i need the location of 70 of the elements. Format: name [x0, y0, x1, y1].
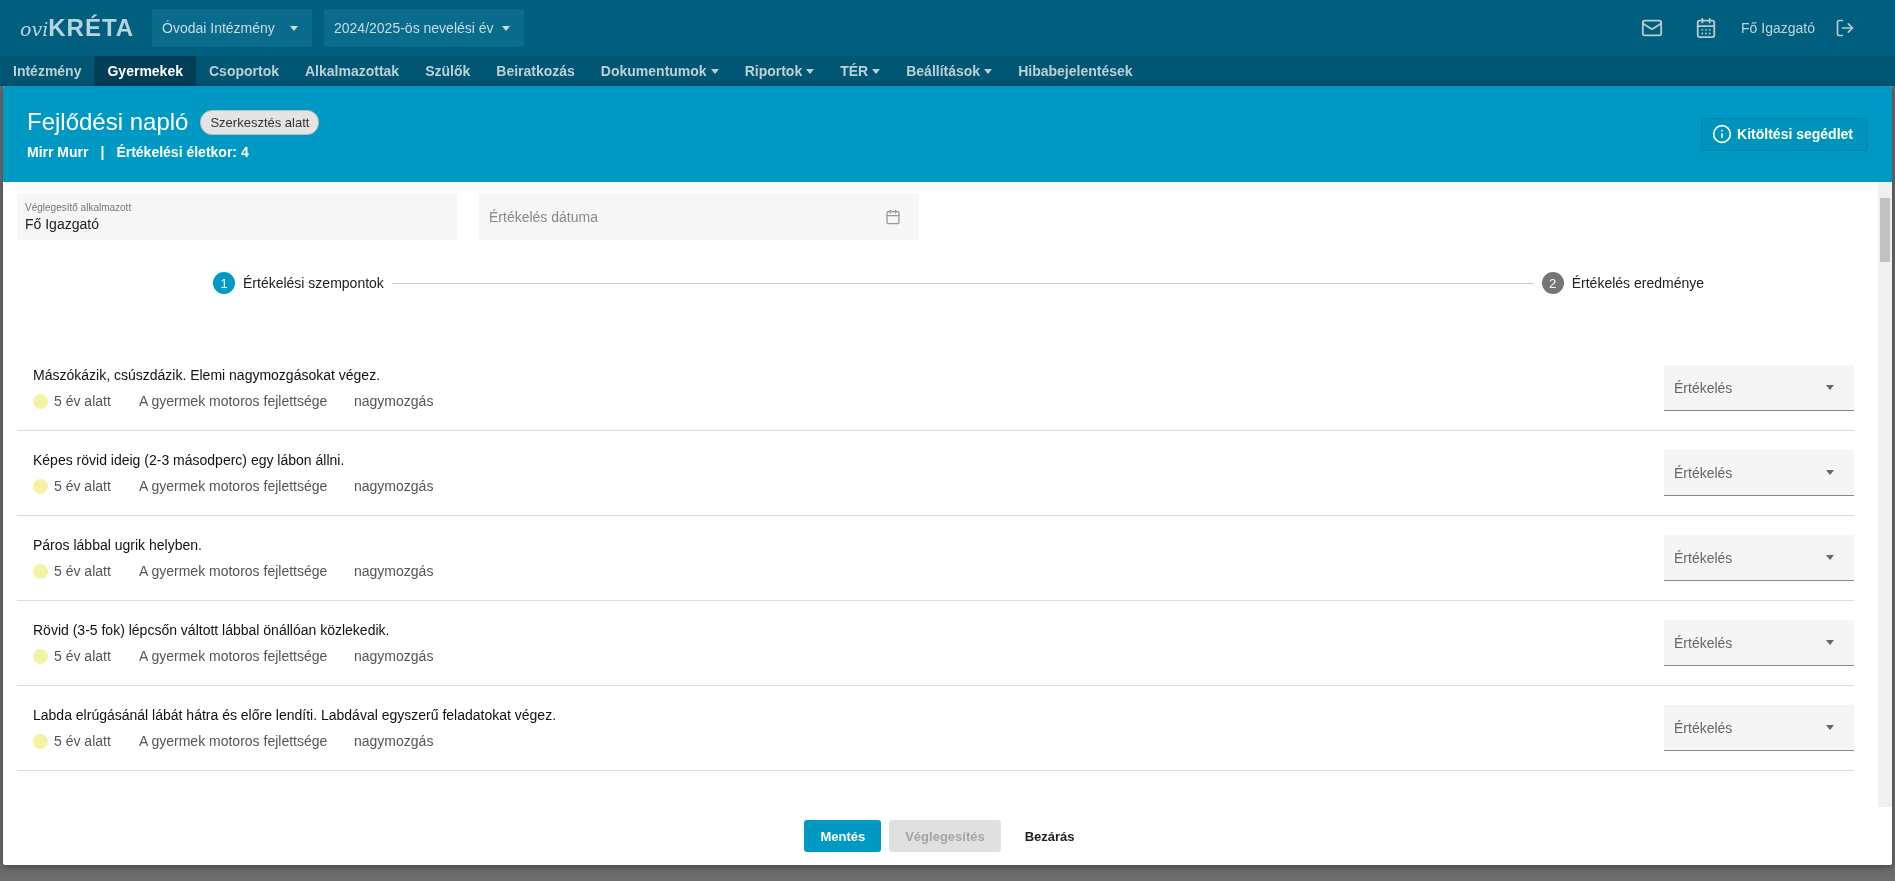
age-group: 5 év alatt	[54, 648, 139, 664]
development-area: A gyermek motoros fejlettsége	[139, 563, 354, 579]
institution-select[interactable]: Óvodai Intézmény	[152, 9, 312, 47]
status-badge: Szerkesztés alatt	[200, 109, 320, 135]
caret-icon	[502, 25, 510, 31]
rating-select[interactable]: Értékelés	[1664, 535, 1854, 581]
sub-area: nagymozgás	[354, 733, 434, 749]
nav-item[interactable]: Intézmény	[0, 56, 95, 86]
employee-field[interactable]: Véglegesítő alkalmazott Fő Igazgató	[17, 194, 457, 240]
nav-item[interactable]: Szülők	[412, 56, 484, 86]
caret-icon	[1826, 385, 1834, 390]
nav-item[interactable]: Beiratkozás	[483, 56, 588, 86]
rating-select[interactable]: Értékelés	[1664, 620, 1854, 666]
sub-area: nagymozgás	[354, 563, 434, 579]
development-area: A gyermek motoros fejlettsége	[139, 733, 354, 749]
caret-icon	[290, 25, 298, 31]
scrollbar[interactable]	[1878, 182, 1892, 807]
caret-icon	[1826, 470, 1834, 475]
caret-icon	[806, 68, 815, 74]
age-group: 5 év alatt	[54, 563, 139, 579]
calendar-icon[interactable]	[1695, 17, 1718, 39]
footer-button[interactable]: Bezárás	[1008, 820, 1091, 852]
caret-icon	[1826, 555, 1834, 560]
caret-icon	[872, 68, 881, 74]
step-number[interactable]: 2	[1541, 272, 1564, 294]
nav-item[interactable]: Gyermekek	[94, 56, 196, 86]
caret-icon	[710, 68, 719, 74]
sub-area: nagymozgás	[354, 478, 434, 494]
caret-icon	[984, 68, 993, 74]
calendar-icon[interactable]	[885, 209, 901, 225]
school-year-select[interactable]: 2024/2025-ös nevelési év	[324, 9, 524, 47]
age-group: 5 év alatt	[54, 478, 139, 494]
separator: |	[100, 144, 105, 160]
age-group: 5 év alatt	[54, 393, 139, 409]
nav-item[interactable]: Alkalmazottak	[292, 56, 413, 86]
nav-item[interactable]: Dokumentumok	[587, 56, 732, 86]
caret-icon	[1826, 640, 1834, 645]
rating-select[interactable]: Értékelés	[1664, 450, 1854, 496]
nav-item[interactable]: Csoportok	[196, 56, 292, 86]
criterion-text: Rövid (3-5 fok) lépcsőn váltott lábbal önállóan közlekedik.	[33, 622, 391, 638]
development-area: A gyermek motoros fejlettsége	[139, 393, 354, 409]
sub-area: nagymozgás	[354, 393, 434, 409]
user-name[interactable]: Fő Igazgató	[1741, 20, 1815, 36]
criterion-text: Mászókázik, csúszdázik. Elemi nagymozgásokat végez.	[33, 367, 382, 383]
nav-item[interactable]: Riportok	[731, 56, 828, 86]
step-label[interactable]: Értékelés eredménye	[1571, 275, 1704, 291]
nav-item[interactable]: TÉR	[827, 56, 894, 86]
criterion-text: Képes rövid ideig (2-3 másodperc) egy lábon állni.	[33, 452, 346, 468]
criterion-text: Páros lábbal ugrik helyben.	[33, 537, 203, 553]
development-area: A gyermek motoros fejlettsége	[139, 478, 354, 494]
development-area: A gyermek motoros fejlettsége	[139, 648, 354, 664]
info-icon	[1712, 124, 1733, 144]
help-button[interactable]: Kitöltési segédlet	[1701, 117, 1868, 151]
step-label[interactable]: Értékelési szempontok	[243, 275, 384, 291]
dialog-title: Fejlődési napló	[27, 108, 189, 136]
footer-button[interactable]: Mentés	[804, 820, 882, 852]
date-field[interactable]: Értékelés dátuma	[479, 194, 919, 240]
rating-select[interactable]: Értékelés	[1664, 705, 1854, 751]
logout-icon[interactable]	[1835, 18, 1855, 38]
caret-icon	[1826, 725, 1834, 730]
age-group: 5 év alatt	[54, 733, 139, 749]
nav-item[interactable]: Beállítások	[893, 56, 1006, 86]
step-number[interactable]: 1	[213, 272, 235, 294]
sub-area: nagymozgás	[354, 648, 434, 664]
criterion-text: Labda elrúgásánál lábát hátra és előre lendíti. Labdával egyszerű feladatokat végez.	[33, 707, 557, 723]
evaluation-age: Értékelési életkor: 4	[116, 144, 249, 160]
rating-select[interactable]: Értékelés	[1664, 365, 1854, 411]
nav-item[interactable]: Hibabejelentések	[1005, 56, 1146, 86]
mail-icon[interactable]	[1641, 17, 1664, 39]
child-name: Mirr Murr	[27, 144, 89, 160]
